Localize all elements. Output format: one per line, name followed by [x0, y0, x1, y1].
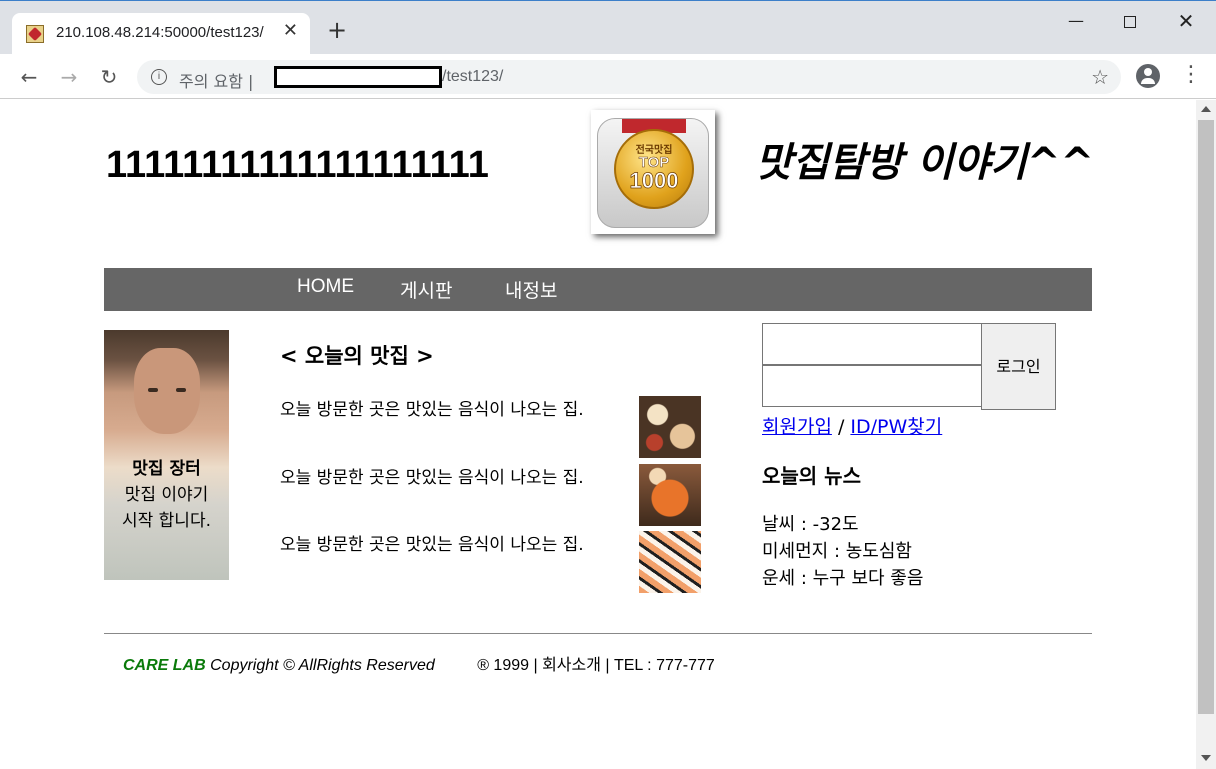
medal-text-3: 1000	[629, 168, 679, 194]
browser-tab[interactable]: 210.108.48.214:50000/test123/ ✕	[12, 13, 310, 55]
reload-icon[interactable]: ↻	[94, 62, 124, 92]
profile-caption: 맛집 장터 맛집 이야기 시작 합니다.	[104, 456, 229, 534]
info-icon[interactable]: i	[151, 69, 167, 85]
food-image	[639, 531, 701, 593]
site-logo-text: 11111111111111111111	[106, 144, 489, 186]
footer-brand: CARE LAB	[123, 657, 206, 674]
site-footer: CARE LAB Copyright © AllRights Reserved …	[123, 651, 715, 675]
site-header: 11111111111111111111 전국맛집 TOP 1000 맛집탐방 …	[104, 100, 1094, 268]
close-window-icon[interactable]: ✕	[1166, 7, 1206, 35]
profile-line-1: 맛집 이야기	[124, 485, 209, 505]
browser-menu-icon[interactable]: ⋮	[1180, 62, 1202, 88]
security-warning: 주의 요함 |	[179, 72, 254, 91]
tab-close-icon[interactable]: ✕	[283, 20, 298, 41]
list-item: 오늘 방문한 곳은 맛있는 음식이 나오는 집.	[280, 464, 701, 526]
redacted-host	[274, 66, 442, 88]
signup-link[interactable]: 회원가입	[762, 416, 832, 438]
back-arrow-icon[interactable]: ←	[14, 62, 44, 92]
news-item-weather: 날씨 : -32도	[762, 514, 859, 535]
account-links: 회원가입 / ID/PW찾기	[762, 412, 942, 439]
footer-info: ® 1999 | 회사소개 | TEL : 777-777	[477, 657, 715, 674]
food-description: 오늘 방문한 곳은 맛있는 음식이 나오는 집.	[280, 468, 584, 488]
maximize-window-icon[interactable]	[1110, 7, 1150, 35]
profile-photo	[104, 330, 229, 580]
eye-right	[176, 388, 186, 392]
footer-copyright: Copyright © AllRights Reserved	[205, 657, 435, 674]
site-favicon-icon	[26, 25, 44, 43]
new-tab-icon[interactable]: +	[327, 18, 347, 42]
news-item-dust: 미세먼지 : 농도심함	[762, 541, 912, 562]
site-slogan: 맛집탐방 이야기^^	[755, 140, 1094, 186]
url-path: /test123/	[442, 68, 504, 85]
food-image	[639, 464, 701, 526]
profile-face	[134, 348, 200, 434]
food-description: 오늘 방문한 곳은 맛있는 음식이 나오는 집.	[280, 535, 584, 555]
today-news: 오늘의 뉴스 날씨 : -32도 미세먼지 : 농도심함 운세 : 누구 보다 …	[762, 460, 1082, 592]
today-title: < 오늘의 맛집 >	[280, 344, 434, 368]
address-bar[interactable]: i 주의 요함 | /test123/ ☆	[137, 60, 1121, 94]
list-item: 오늘 방문한 곳은 맛있는 음식이 나오는 집.	[280, 531, 701, 593]
main-nav: HOME 게시판 내정보	[104, 268, 1092, 311]
scroll-thumb[interactable]	[1198, 120, 1214, 714]
profile-title: 맛집 장터	[132, 459, 201, 479]
eye-left	[148, 388, 158, 392]
news-list: 날씨 : -32도 미세먼지 : 농도심함 운세 : 누구 보다 좋음	[762, 511, 1082, 592]
profile-avatar-icon[interactable]	[1136, 64, 1160, 88]
tab-title: 210.108.48.214:50000/test123/	[56, 24, 264, 41]
profile-card: 맛집 장터 맛집 이야기 시작 합니다.	[104, 330, 229, 580]
browser-toolbar: ← → ↻ i 주의 요함 | /test123/ ☆ ⋮	[0, 54, 1216, 99]
nav-item-board[interactable]: 게시판	[400, 276, 452, 303]
web-page: 11111111111111111111 전국맛집 TOP 1000 맛집탐방 …	[0, 100, 1196, 769]
bookmark-star-icon[interactable]: ☆	[1091, 65, 1109, 89]
vertical-scrollbar[interactable]	[1196, 100, 1216, 769]
medal-badge: 전국맛집 TOP 1000	[597, 118, 709, 228]
minimize-window-icon[interactable]: —	[1056, 7, 1096, 35]
today-restaurants: < 오늘의 맛집 > 오늘 방문한 곳은 맛있는 음식이 나오는 집. 오늘 방…	[280, 340, 720, 593]
food-description: 오늘 방문한 곳은 맛있는 음식이 나오는 집.	[280, 400, 584, 420]
browser-tab-strip: 210.108.48.214:50000/test123/ ✕ + — ✕	[0, 0, 1216, 55]
nav-item-home[interactable]: HOME	[297, 276, 354, 298]
find-account-link[interactable]: ID/PW찾기	[850, 416, 942, 438]
news-title: 오늘의 뉴스	[762, 464, 861, 488]
password-input[interactable]	[762, 365, 982, 407]
top1000-medal-image: 전국맛집 TOP 1000	[591, 110, 715, 234]
link-separator: /	[831, 416, 851, 438]
scroll-up-icon[interactable]	[1201, 106, 1211, 112]
food-image	[639, 396, 701, 458]
footer-divider	[104, 633, 1092, 634]
nav-item-myinfo[interactable]: 내정보	[505, 276, 557, 303]
forward-arrow-icon[interactable]: →	[54, 62, 84, 92]
id-input[interactable]	[762, 323, 982, 365]
list-item: 오늘 방문한 곳은 맛있는 음식이 나오는 집.	[280, 396, 701, 458]
profile-line-2: 시작 합니다.	[121, 511, 211, 531]
login-button[interactable]: 로그인	[981, 323, 1056, 410]
scroll-down-icon[interactable]	[1201, 755, 1211, 761]
news-item-fortune: 운세 : 누구 보다 좋음	[762, 568, 924, 589]
medal-coin: 전국맛집 TOP 1000	[614, 129, 694, 209]
